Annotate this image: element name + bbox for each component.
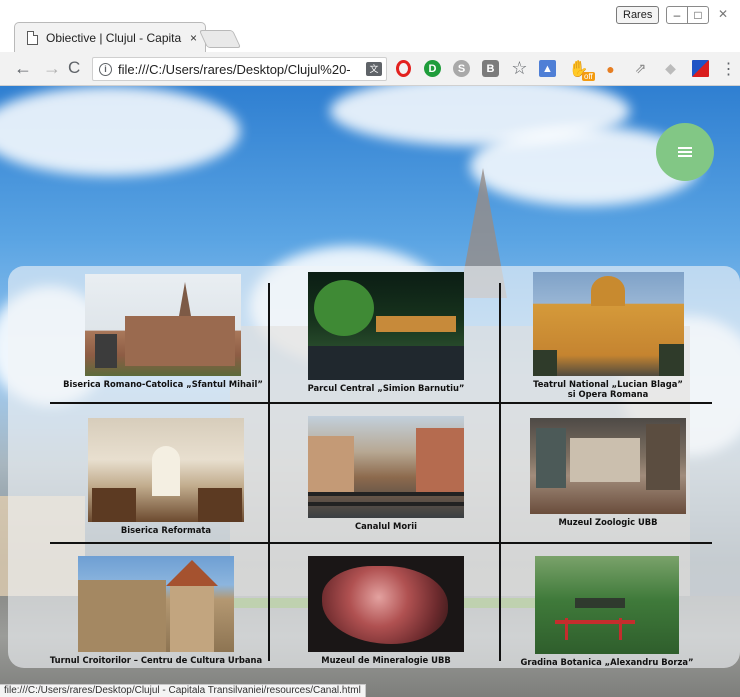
attraction-card-botanica[interactable]: Gradina Botanica „Alexandru Borza” [514,556,700,667]
tab-close-button[interactable]: × [190,31,197,45]
document-icon [27,30,38,45]
reload-button[interactable]: C [68,59,80,77]
grid-divider [50,402,712,404]
minimize-button[interactable]: – [666,6,688,24]
image-extension-icon[interactable]: ▲ [539,60,556,77]
bookmark-extension-icon[interactable]: B [482,60,499,77]
gray-extension-icon[interactable]: ◆ [662,60,679,77]
d-extension-icon[interactable]: D [424,60,441,77]
attraction-card-croitori[interactable]: Turnul Croitorilor – Centru de Cultura U… [44,556,268,665]
info-icon[interactable]: i [99,62,112,76]
back-button[interactable]: ← [14,59,32,77]
attraction-caption-line1: Teatrul National „Lucian Blaga” [533,379,683,389]
grid-divider [50,542,712,544]
profile-button[interactable]: Rares [616,6,660,24]
off-badge: off [582,72,595,81]
tab-title: Obiective | Clujul - Capita [46,30,182,45]
attraction-photo [85,274,241,376]
browser-tab[interactable]: Obiective | Clujul - Capita × [14,22,206,52]
attraction-caption: Parcul Central „Simion Barnutiu” [307,383,465,393]
runner-extension-icon[interactable]: ⇗ [632,60,649,77]
browser-titlebar: Obiective | Clujul - Capita × Rares – □ … [0,0,740,52]
attraction-card-reformata[interactable]: Biserica Reformata [76,418,256,535]
attraction-caption: Gradina Botanica „Alexandru Borza” [520,657,694,667]
address-bar[interactable]: i file:///C:/Users/rares/Desktop/Clujul%… [92,57,387,81]
attraction-photo [535,556,679,654]
grid-divider [499,283,501,661]
translate-icon[interactable]: 文 [366,62,382,76]
attraction-photo [88,418,244,522]
attraction-caption: Turnul Croitorilor – Centru de Cultura U… [49,655,263,665]
attraction-photo [532,272,684,376]
star-icon[interactable]: ☆ [511,58,528,78]
attraction-card-parc[interactable]: Parcul Central „Simion Barnutiu” [296,272,476,393]
attraction-photo [308,556,464,652]
attraction-card-teatru[interactable]: Teatrul National „Lucian Blaga” si Opera… [518,272,698,399]
attraction-card-mihail[interactable]: Biserica Romano-Catolica „Sfantul Mihail… [48,274,278,389]
attraction-photo [78,556,234,652]
attraction-card-mineralogie[interactable]: Muzeul de Mineralogie UBB [296,556,476,665]
forward-button[interactable]: → [43,59,61,77]
maximize-button[interactable]: □ [687,6,709,24]
s-extension-icon[interactable]: S [453,60,470,77]
attraction-caption: Muzeul Zoologic UBB [558,517,658,527]
status-bar: file:///C:/Users/rares/Desktop/Clujul - … [0,684,366,697]
attraction-card-canal[interactable]: Canalul Morii [296,416,476,531]
attraction-caption: Biserica Romano-Catolica „Sfantul Mihail… [63,379,263,389]
attraction-caption: Biserica Reformata [120,525,212,535]
opera-icon[interactable] [396,60,411,77]
attraction-photo [530,418,686,514]
url-text[interactable]: file:///C:/Users/rares/Desktop/Clujul%20… [118,62,366,77]
attraction-caption-line2: si Opera Romana [567,389,649,399]
new-tab-button[interactable] [198,30,242,48]
dog-extension-icon[interactable]: ● [602,60,619,77]
attraction-photo [308,416,464,518]
attraction-caption: Canalul Morii [355,521,417,531]
hamburger-icon [678,147,692,157]
close-window-button[interactable]: ✕ [712,6,734,24]
attraction-card-zoologic[interactable]: Muzeul Zoologic UBB [528,418,688,527]
page-viewport: Biserica Romano-Catolica „Sfantul Mihail… [0,86,740,697]
chrome-menu-icon[interactable]: ⋮ [720,60,737,78]
attraction-caption: Muzeul de Mineralogie UBB [321,655,451,665]
cloud-shape [0,86,240,176]
attraction-photo [308,272,464,380]
menu-button[interactable] [656,123,714,181]
browser-toolbar: ← → C i file:///C:/Users/rares/Desktop/C… [0,52,740,86]
flag-extension-icon[interactable] [692,60,709,77]
attractions-panel: Biserica Romano-Catolica „Sfantul Mihail… [8,266,740,668]
